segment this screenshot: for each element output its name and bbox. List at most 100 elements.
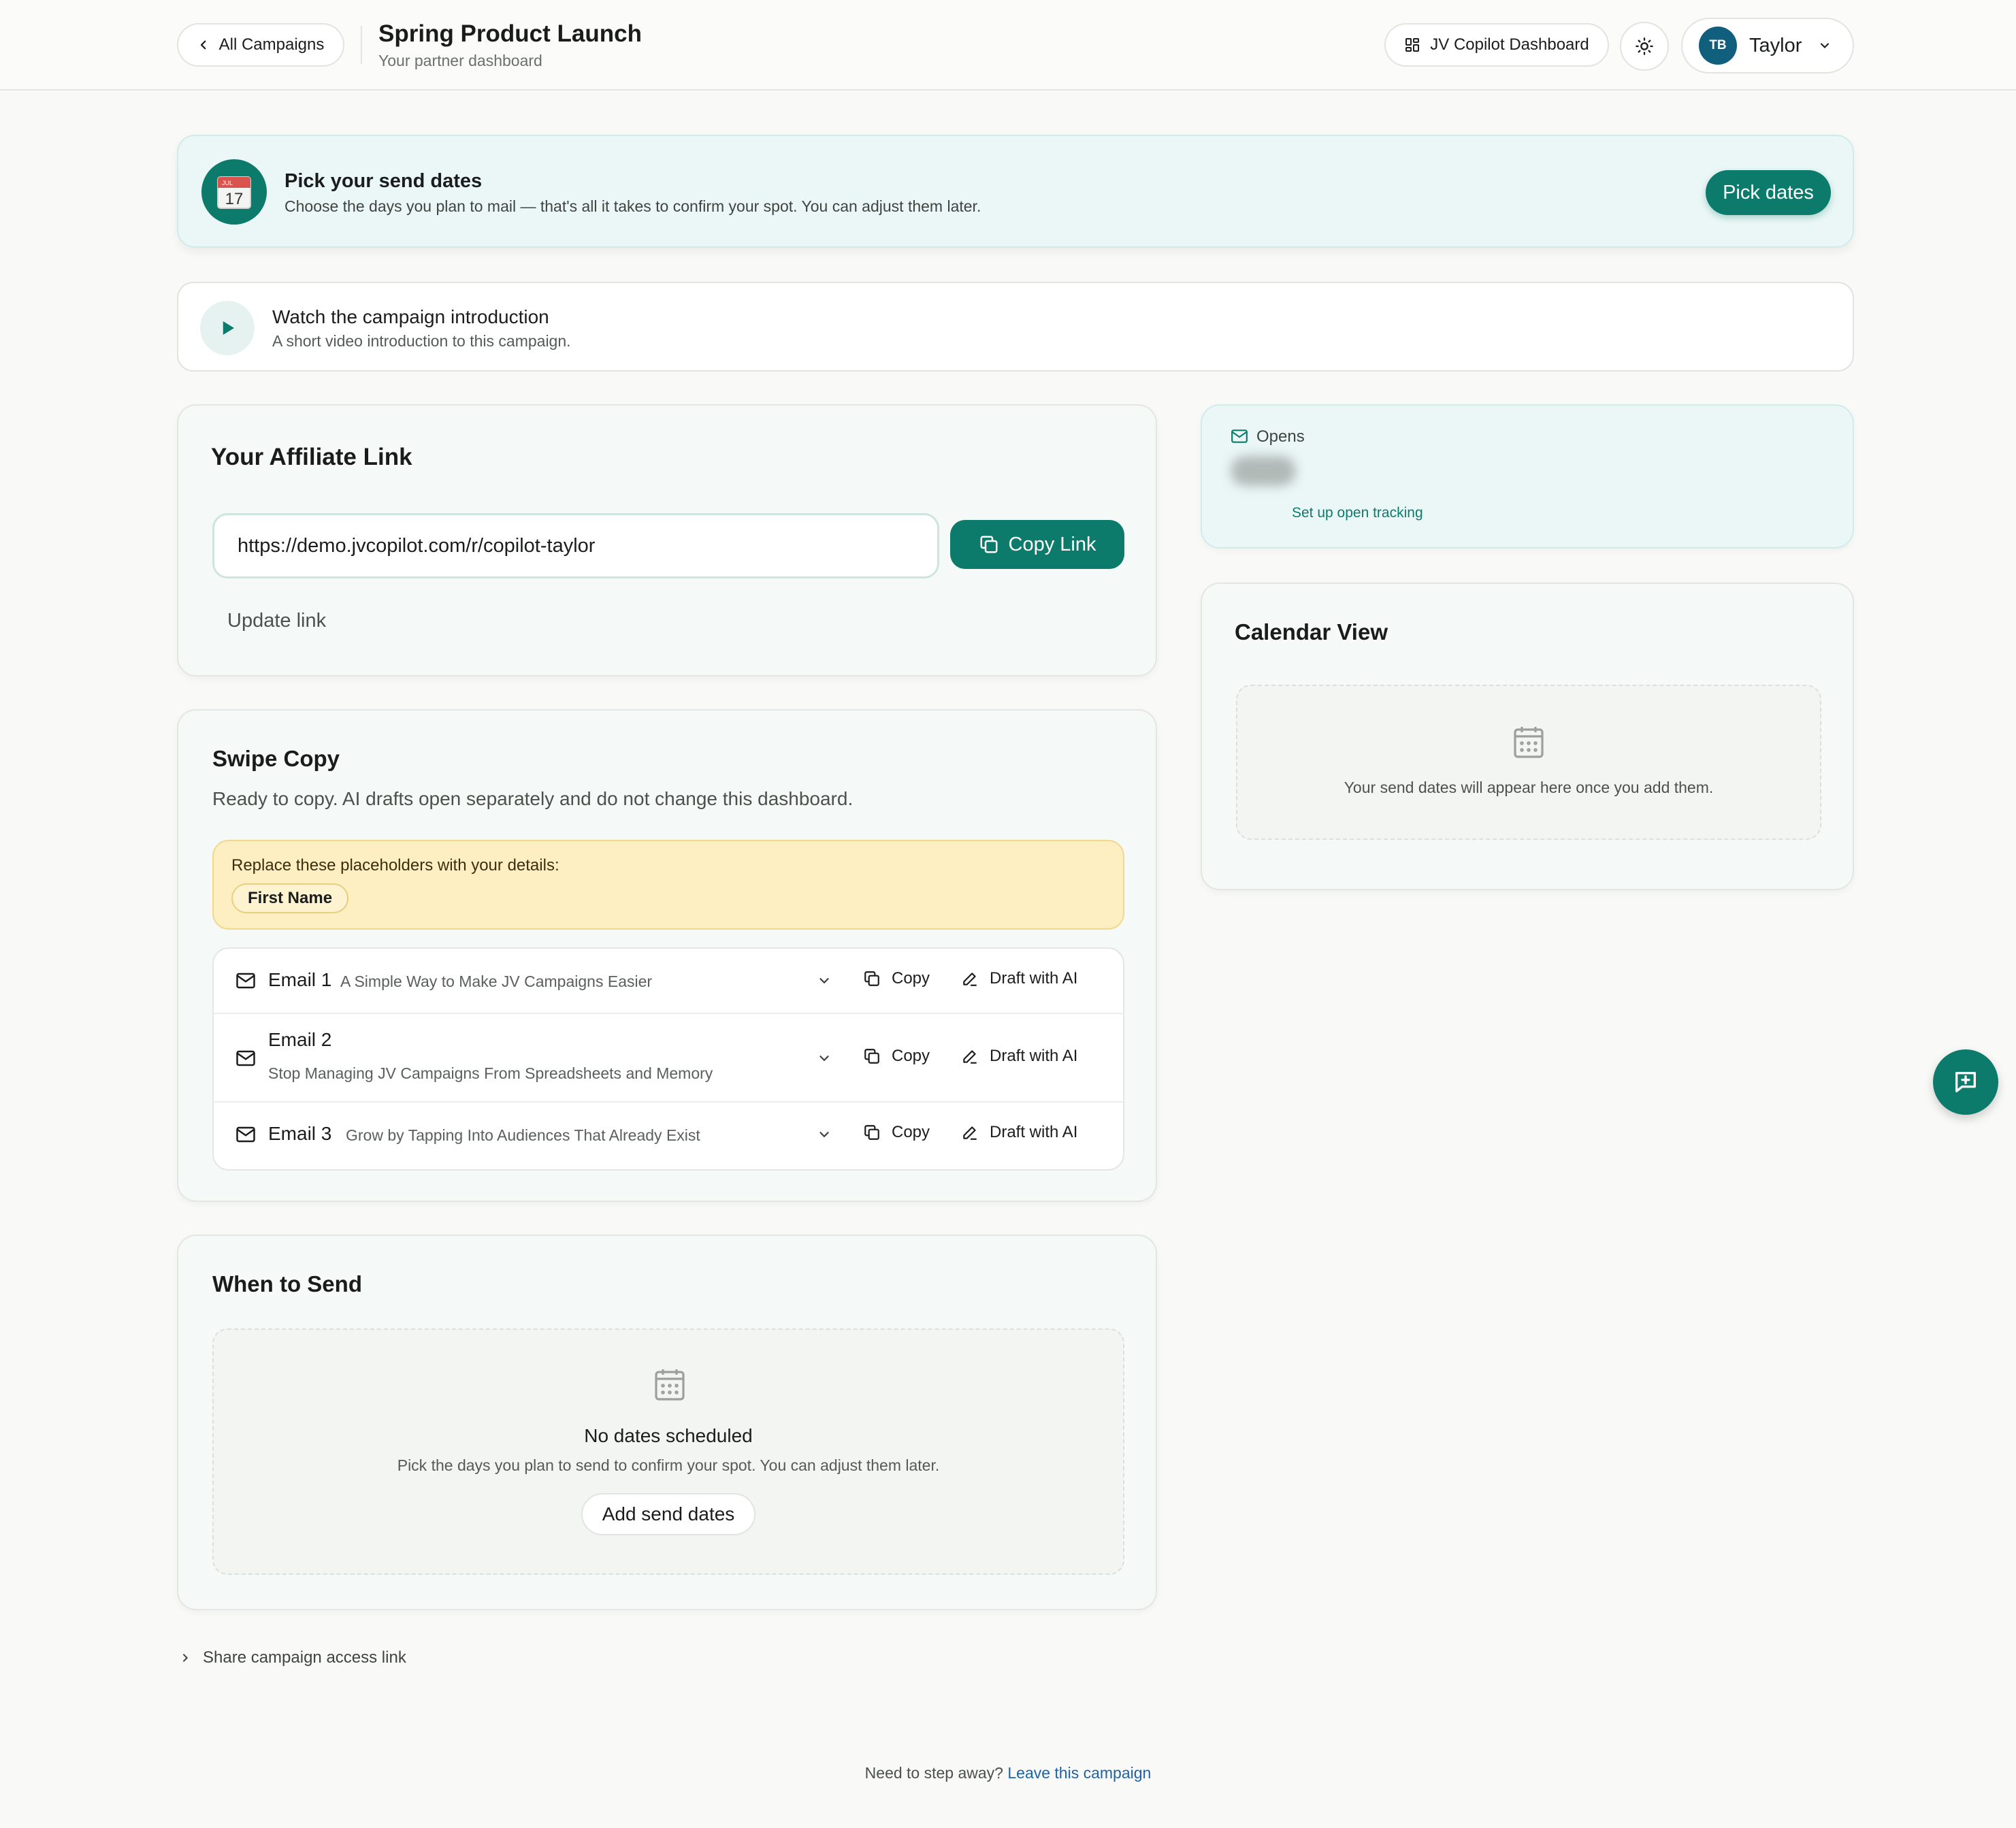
copy-label: Copy bbox=[892, 969, 930, 988]
no-dates-title: No dates scheduled bbox=[584, 1425, 753, 1446]
placeholders-title: Replace these placeholders with your det… bbox=[231, 856, 559, 875]
draft-label: Draft with AI bbox=[990, 1123, 1078, 1141]
email-name: Email 1 bbox=[268, 969, 332, 990]
affiliate-url-value: https://demo.jvcopilot.com/r/copilot-tay… bbox=[238, 534, 596, 557]
email-name: Email 2 bbox=[268, 1029, 332, 1050]
email-subject: A Simple Way to Make JV Campaigns Easier bbox=[340, 973, 653, 990]
copy-label: Copy bbox=[892, 1123, 930, 1141]
share-label: Share campaign access link bbox=[203, 1648, 406, 1667]
copy-icon bbox=[979, 534, 999, 555]
calendar-title: Calendar View bbox=[1235, 619, 1388, 644]
mail-icon bbox=[235, 972, 256, 990]
add-send-dates-button[interactable]: Add send dates bbox=[581, 1493, 755, 1535]
video-description: A short video introduction to this campa… bbox=[272, 332, 571, 350]
placeholder-chip: First Name bbox=[231, 883, 349, 913]
draft-with-ai-button[interactable]: Draft with AI bbox=[961, 1047, 1077, 1066]
share-access-link-toggle[interactable]: Share campaign access link bbox=[180, 1648, 406, 1667]
all-campaigns-button[interactable]: All Campaigns bbox=[177, 23, 344, 67]
copy-email-button[interactable]: Copy bbox=[863, 1047, 930, 1066]
dashboard-grid-icon bbox=[1404, 37, 1420, 53]
calendar-empty-text: Your send dates will appear here once yo… bbox=[1344, 779, 1714, 796]
mail-icon bbox=[1231, 429, 1248, 444]
pencil-icon bbox=[961, 1047, 979, 1065]
page-title: Spring Product Launch bbox=[378, 20, 642, 47]
copy-icon bbox=[863, 970, 881, 988]
user-name: Taylor bbox=[1749, 34, 1802, 56]
email-name: Email 3 bbox=[268, 1123, 332, 1144]
chevron-down-icon[interactable] bbox=[817, 1051, 832, 1066]
set-up-open-tracking-link[interactable]: Set up open tracking bbox=[1292, 505, 1423, 521]
all-campaigns-label: All Campaigns bbox=[218, 35, 325, 54]
swipe-copy-card: Swipe Copy Ready to copy. AI drafts open… bbox=[177, 709, 1157, 1202]
calendar-empty-state: Your send dates will appear here once yo… bbox=[1236, 685, 1821, 840]
copy-label: Copy bbox=[892, 1047, 930, 1065]
affiliate-url-field[interactable]: https://demo.jvcopilot.com/r/copilot-tay… bbox=[212, 513, 939, 578]
copy-email-button[interactable]: Copy bbox=[863, 1123, 930, 1142]
message-plus-icon bbox=[1952, 1068, 1979, 1096]
copy-link-label: Copy Link bbox=[1008, 533, 1096, 555]
footer: Need to step away? Leave this campaign bbox=[0, 1764, 2016, 1782]
top-header: All Campaigns Spring Product Launch Your… bbox=[0, 0, 2016, 91]
chevron-down-icon[interactable] bbox=[817, 1127, 832, 1142]
no-dates-empty-state: No dates scheduled Pick the days you pla… bbox=[212, 1328, 1124, 1575]
play-icon[interactable] bbox=[200, 301, 255, 355]
chevron-down-icon bbox=[1818, 39, 1832, 52]
banner-description: Choose the days you plan to mail — that'… bbox=[284, 197, 981, 215]
opens-label: Opens bbox=[1256, 427, 1305, 446]
opens-stat-card: Opens Set up open tracking bbox=[1201, 404, 1854, 549]
sun-icon bbox=[1635, 37, 1654, 56]
user-menu-button[interactable]: TB Taylor bbox=[1681, 18, 1854, 74]
pick-dates-button[interactable]: Pick dates bbox=[1706, 170, 1831, 215]
draft-with-ai-button[interactable]: Draft with AI bbox=[961, 1123, 1077, 1142]
chevron-down-icon[interactable] bbox=[817, 973, 832, 988]
calendar-day-text: 17 bbox=[225, 190, 244, 208]
pencil-icon bbox=[961, 1124, 979, 1141]
affiliate-link-card: Your Affiliate Link https://demo.jvcopil… bbox=[177, 404, 1157, 676]
header-divider bbox=[361, 26, 362, 64]
email-row[interactable]: Email 2 Stop Managing JV Campaigns From … bbox=[214, 1014, 1123, 1103]
email-row[interactable]: Email 3 Grow by Tapping Into Audiences T… bbox=[214, 1103, 1123, 1169]
calendar-icon bbox=[653, 1367, 686, 1402]
email-list: Email 1 A Simple Way to Make JV Campaign… bbox=[212, 947, 1124, 1171]
copy-link-button[interactable]: Copy Link bbox=[950, 520, 1124, 569]
pencil-icon bbox=[961, 970, 979, 988]
calendar-view-card: Calendar View Your send dates will appea… bbox=[1201, 583, 1854, 890]
copy-email-button[interactable]: Copy bbox=[863, 969, 930, 988]
swipe-title: Swipe Copy bbox=[212, 746, 340, 771]
mail-icon bbox=[235, 1049, 256, 1067]
calendar-month-text: JUL bbox=[222, 180, 233, 186]
leave-campaign-link[interactable]: Leave this campaign bbox=[1007, 1764, 1151, 1782]
banner-title: Pick your send dates bbox=[284, 170, 483, 192]
when-to-send-card: When to Send No dates scheduled Pick the… bbox=[177, 1235, 1157, 1610]
affiliate-title: Your Affiliate Link bbox=[211, 444, 412, 470]
email-subject: Grow by Tapping Into Audiences That Alre… bbox=[346, 1126, 700, 1144]
feedback-chat-button[interactable] bbox=[1933, 1049, 1998, 1115]
dashboard-label: JV Copilot Dashboard bbox=[1430, 35, 1589, 54]
no-dates-description: Pick the days you plan to send to confir… bbox=[397, 1456, 940, 1474]
jv-copilot-dashboard-button[interactable]: JV Copilot Dashboard bbox=[1384, 23, 1609, 67]
swipe-description: Ready to copy. AI drafts open separately… bbox=[212, 788, 853, 809]
copy-icon bbox=[863, 1047, 881, 1065]
theme-toggle-button[interactable] bbox=[1620, 22, 1669, 71]
email-row[interactable]: Email 1 A Simple Way to Make JV Campaign… bbox=[214, 949, 1123, 1014]
draft-with-ai-button[interactable]: Draft with AI bbox=[961, 969, 1077, 988]
draft-label: Draft with AI bbox=[990, 969, 1078, 988]
email-subject: Stop Managing JV Campaigns From Spreadsh… bbox=[268, 1064, 713, 1082]
update-link-button[interactable]: Update link bbox=[227, 610, 326, 632]
calendar-icon bbox=[1512, 724, 1545, 760]
footer-text: Need to step away? bbox=[864, 1764, 1003, 1782]
chevron-right-icon bbox=[180, 1652, 191, 1663]
copy-icon bbox=[863, 1124, 881, 1141]
calendar-date-icon: JUL 17 bbox=[201, 159, 267, 225]
pick-dates-banner: JUL 17 Pick your send dates Choose the d… bbox=[177, 135, 1854, 248]
avatar: TB bbox=[1699, 27, 1737, 65]
chevron-left-icon bbox=[197, 39, 210, 51]
opens-value-blurred bbox=[1231, 456, 1296, 486]
draft-label: Draft with AI bbox=[990, 1047, 1078, 1065]
page-subtitle: Your partner dashboard bbox=[378, 52, 542, 69]
video-title: Watch the campaign introduction bbox=[272, 306, 549, 327]
placeholders-notice: Replace these placeholders with your det… bbox=[212, 840, 1124, 930]
when-title: When to Send bbox=[212, 1271, 362, 1296]
campaign-intro-video[interactable]: Watch the campaign introduction A short … bbox=[177, 282, 1854, 372]
mail-icon bbox=[235, 1126, 256, 1143]
